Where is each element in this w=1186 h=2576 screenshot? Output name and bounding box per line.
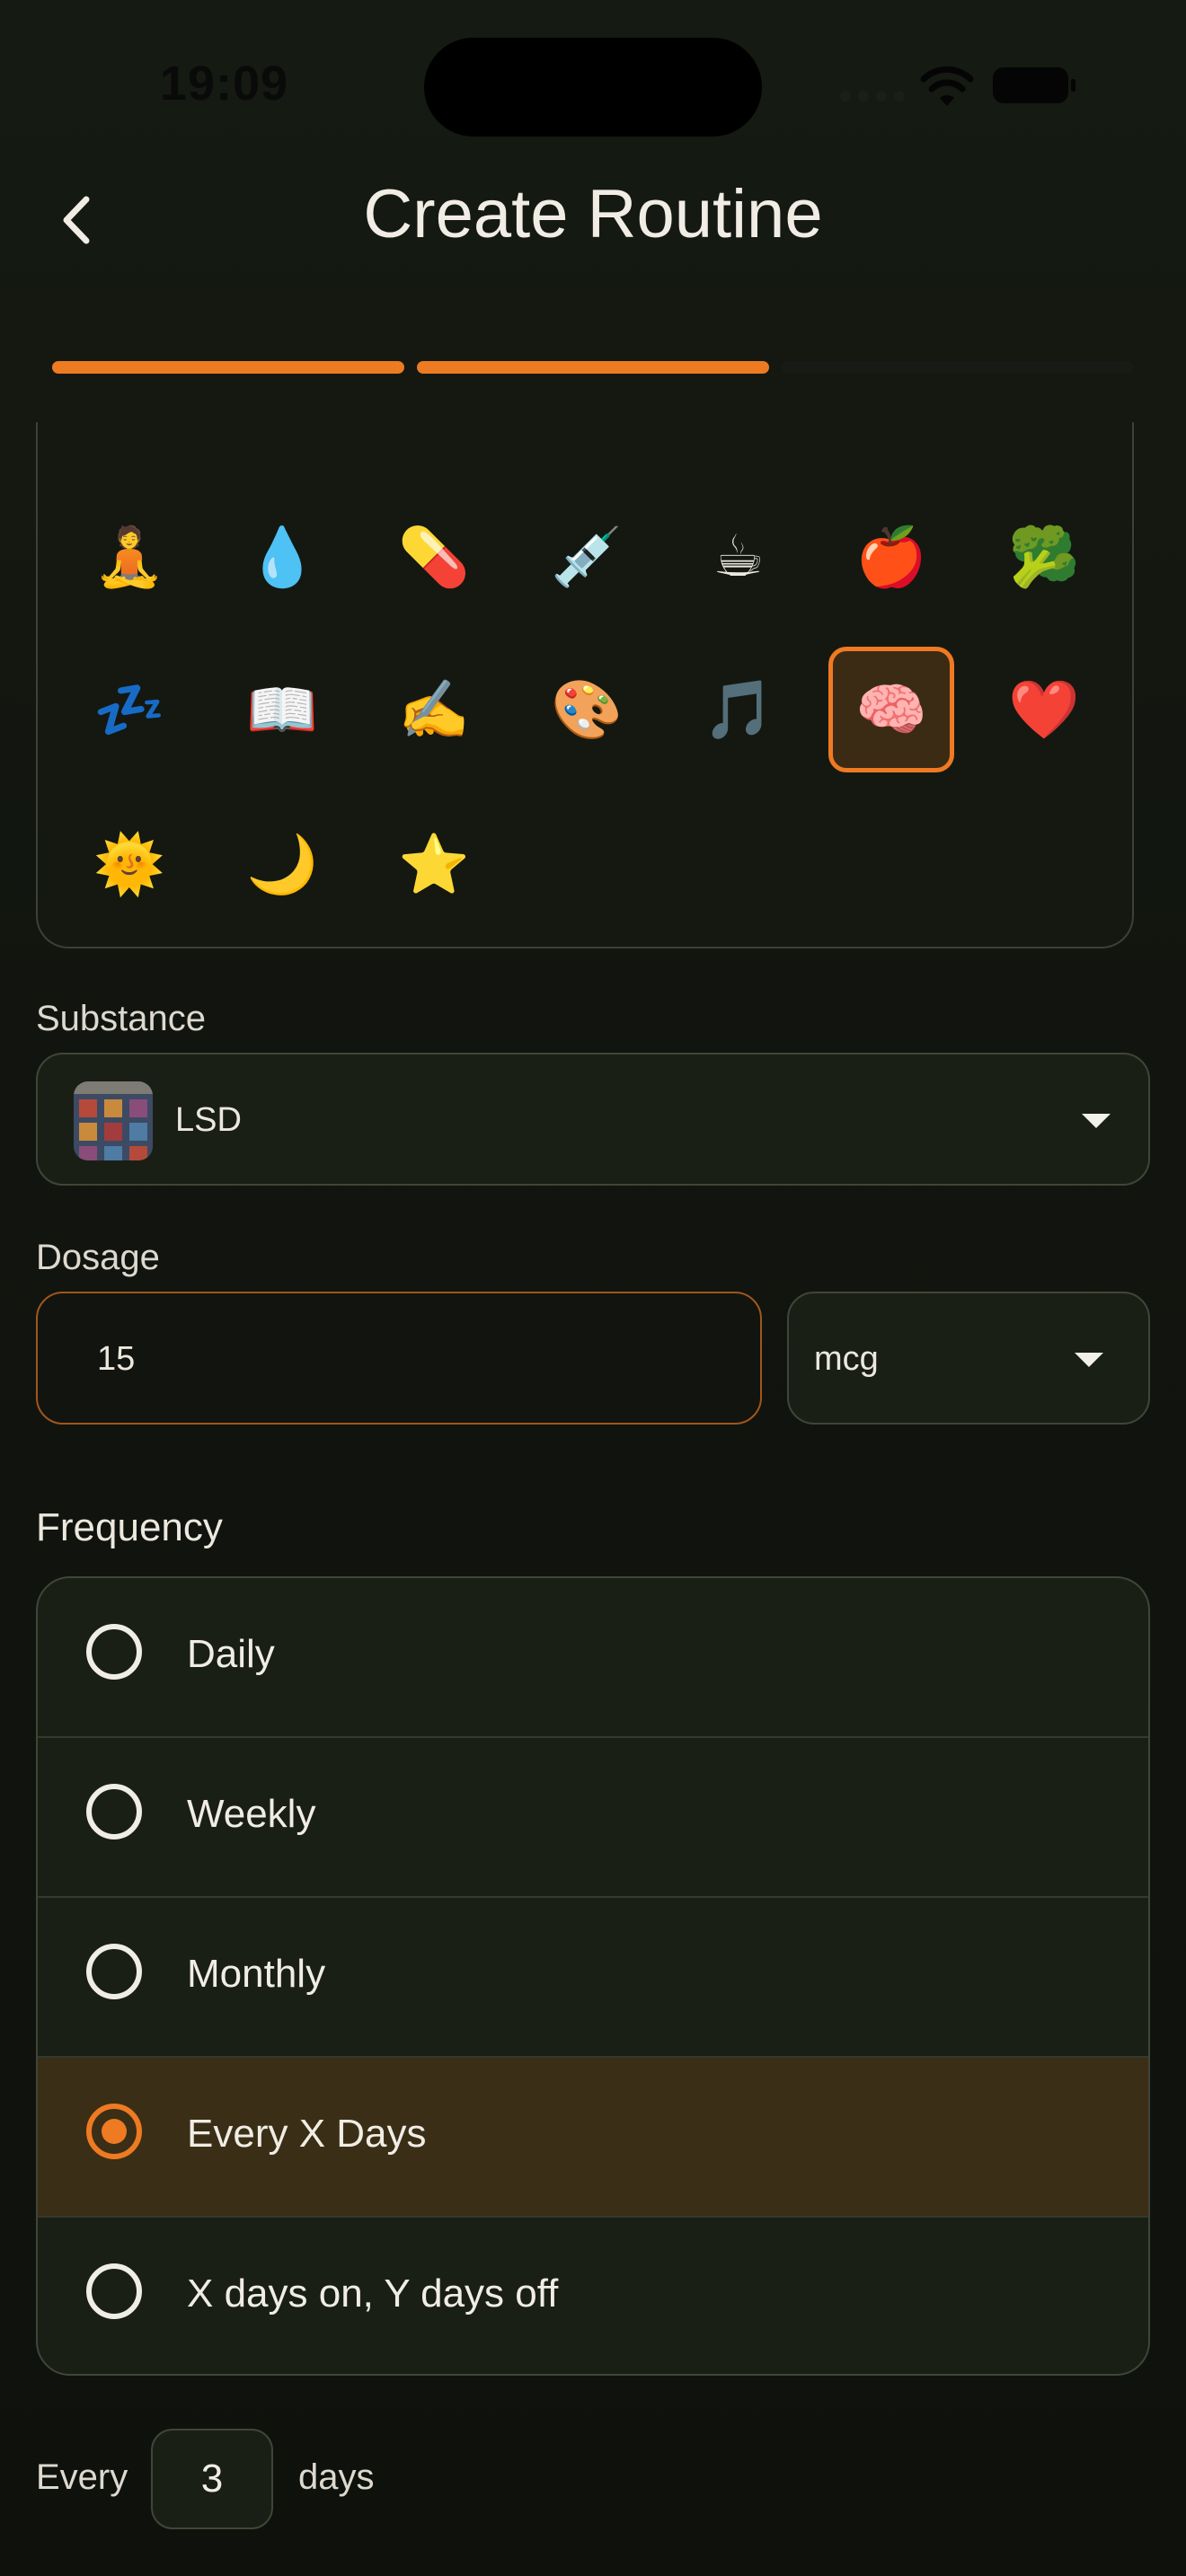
frequency-option-label: Weekly	[187, 1792, 316, 1836]
frequency-option-label: Every X Days	[187, 2112, 427, 2156]
frequency-options: Daily Weekly Monthly Every X Days X days on,…	[36, 1576, 1150, 2376]
frequency-option[interactable]: X days on, Y days off	[38, 2218, 1148, 2374]
sun-icon[interactable]: 🌞	[66, 801, 192, 927]
progress-step-3	[782, 361, 1134, 374]
dosage-input[interactable]: 15	[36, 1292, 762, 1425]
broccoli-icon[interactable]: 🥦	[981, 494, 1107, 620]
dosage-label: Dosage	[36, 1238, 160, 1277]
radio-icon	[86, 2263, 142, 2319]
palette-icon[interactable]: 🎨	[524, 647, 650, 772]
pill-icon[interactable]: 💊	[371, 494, 497, 620]
wifi-icon	[919, 65, 975, 112]
moon-icon[interactable]: 🌙	[219, 801, 345, 927]
apple-icon[interactable]: 🍎	[828, 494, 954, 620]
interval-days-input[interactable]: 3	[151, 2429, 273, 2529]
substance-value: LSD	[175, 1101, 242, 1139]
star-icon[interactable]: ⭐	[371, 801, 497, 927]
heart-icon[interactable]: ❤️	[981, 647, 1107, 772]
music-icon[interactable]: 🎵	[676, 647, 801, 772]
radio-icon	[86, 1784, 142, 1839]
book-icon[interactable]: 📖	[219, 647, 345, 772]
frequency-option-label: Daily	[187, 1632, 275, 1676]
frequency-label: Frequency	[36, 1505, 223, 1549]
writing-icon[interactable]: ✍️	[371, 647, 497, 772]
water-drop-icon[interactable]: 💧	[219, 494, 345, 620]
meditation-icon[interactable]: 🧘	[66, 494, 192, 620]
status-time: 19:09	[160, 57, 289, 110]
syringe-icon[interactable]: 💉	[524, 494, 650, 620]
frequency-option[interactable]: Every X Days	[38, 2058, 1148, 2218]
battery-icon	[993, 67, 1075, 103]
dynamic-island	[424, 38, 762, 137]
progress-step-1	[52, 361, 404, 374]
unit-value: mcg	[814, 1340, 879, 1378]
brain-icon[interactable]: 🧠	[828, 647, 954, 772]
dosage-value: 15	[97, 1340, 136, 1378]
frequency-option-label: Monthly	[187, 1952, 326, 1996]
sleep-icon[interactable]: 💤	[66, 647, 192, 772]
radio-icon	[86, 2104, 142, 2159]
frequency-option[interactable]: Daily	[38, 1578, 1148, 1738]
chevron-down-icon	[1082, 1114, 1111, 1128]
status-bar: 19:09	[0, 0, 1186, 171]
interval-prefix: Every	[36, 2457, 128, 2497]
signal-icon	[840, 90, 912, 106]
substance-label: Substance	[36, 999, 207, 1038]
coffee-icon[interactable]: ☕	[676, 494, 801, 620]
chevron-down-icon	[1075, 1353, 1103, 1367]
interval-suffix: days	[298, 2457, 375, 2497]
progress-step-2	[417, 361, 769, 374]
substance-thumbnail	[74, 1081, 153, 1160]
icon-picker: 🧘 💧 💊 💉 ☕ 🍎 🥦 💤 📖 ✍️ 🎨 🎵 🧠 ❤️ 🌞 🌙 ⭐	[36, 422, 1134, 948]
radio-icon	[86, 1624, 142, 1680]
radio-icon	[86, 1944, 142, 1999]
frequency-option[interactable]: Weekly	[38, 1738, 1148, 1898]
page-title: Create Routine	[363, 176, 823, 252]
unit-select[interactable]: mcg	[787, 1292, 1150, 1425]
frequency-option-label: X days on, Y days off	[187, 2272, 559, 2316]
frequency-option[interactable]: Monthly	[38, 1898, 1148, 2058]
substance-select[interactable]: LSD	[36, 1053, 1150, 1186]
